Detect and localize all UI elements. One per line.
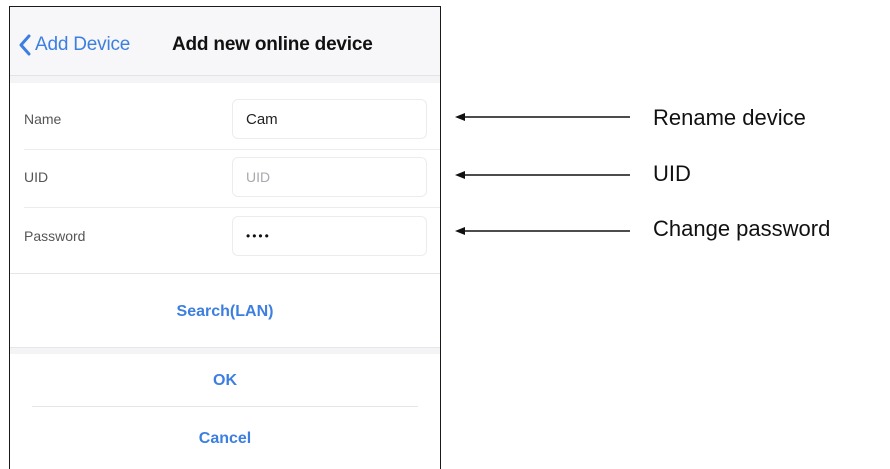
- uid-row: UID UID: [10, 149, 440, 205]
- chevron-left-icon: [19, 34, 31, 56]
- name-row: Name Cam: [10, 91, 440, 147]
- name-field[interactable]: Cam: [232, 99, 427, 139]
- back-button[interactable]: Add Device: [18, 34, 130, 56]
- cancel-button[interactable]: Cancel: [10, 407, 440, 469]
- password-label: Password: [24, 228, 86, 244]
- phone-screenshot: Add Device Add new online device Name Ca…: [9, 6, 441, 469]
- arrow-left-icon: [455, 113, 630, 121]
- divider: [32, 406, 418, 407]
- ok-button[interactable]: OK: [10, 354, 440, 407]
- search-lan-button[interactable]: Search(LAN): [10, 273, 440, 348]
- navigation-bar: Add Device Add new online device: [10, 7, 440, 76]
- uid-field[interactable]: UID: [232, 157, 427, 197]
- annotation-uid: UID: [653, 161, 691, 186]
- password-row: Password ••••: [10, 208, 440, 264]
- arrow-left-icon: [455, 171, 630, 179]
- annotation-rename-device: Rename device: [653, 105, 806, 130]
- annotation-change-password: Change password: [653, 216, 831, 241]
- page-title: Add new online device: [172, 34, 373, 55]
- arrow-left-icon: [455, 227, 630, 235]
- password-field[interactable]: ••••: [232, 216, 427, 256]
- figure: Add Device Add new online device Name Ca…: [0, 0, 890, 469]
- back-button-label: Add Device: [35, 34, 131, 55]
- uid-label: UID: [24, 169, 49, 185]
- device-form: Name Cam UID UID Password ••••: [10, 83, 440, 273]
- name-label: Name: [24, 111, 62, 127]
